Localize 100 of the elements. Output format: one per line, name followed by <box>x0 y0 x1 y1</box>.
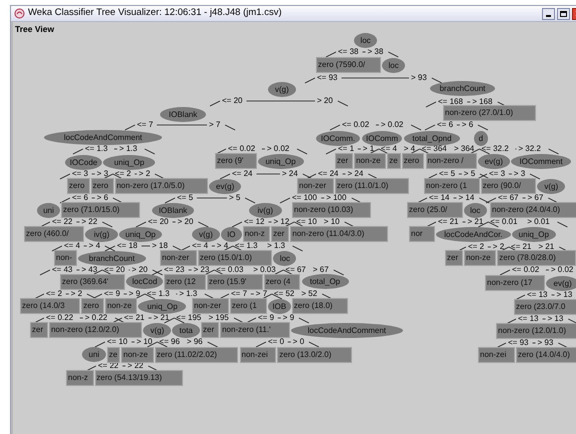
branch-label: <= 3 <box>489 170 506 178</box>
leaf-node: zero <box>67 178 90 194</box>
split-node: locCod <box>126 274 164 289</box>
leaf-node: zero (12 <box>164 274 206 290</box>
branch-label: <= 10 <box>296 218 317 226</box>
branch-label: <= 0 <box>268 338 284 346</box>
branch-label: <= 9 <box>258 314 274 322</box>
branch-label: > 195 <box>208 314 229 322</box>
branch-label: > 168 <box>472 98 492 106</box>
branch-label: > 6 <box>462 121 474 129</box>
branch-label: > 1.3 <box>179 290 198 298</box>
branch-label: <= 9 <box>104 290 120 298</box>
split-node: IOComm <box>362 131 402 146</box>
leaf-node: zero (25.0/ <box>407 202 463 218</box>
split-node: loc <box>382 58 406 73</box>
leaf-node: non-zei <box>478 347 515 363</box>
maximize-button[interactable] <box>557 8 570 20</box>
split-node: locCodeAndCor. <box>436 227 511 242</box>
branch-label: > 10 <box>324 218 340 226</box>
branch-label: <= 7 <box>137 121 154 129</box>
branch-label: > 21 <box>538 243 554 251</box>
app-icon <box>14 8 25 19</box>
leaf-node: zero (71.0/15.0) <box>61 202 140 218</box>
branch-label: <= 1.3 <box>234 242 258 250</box>
split-node: uni <box>37 203 60 218</box>
branch-label: > 24 <box>348 170 364 178</box>
branch-label: <= 6 <box>437 121 454 129</box>
branch-label: <= 67 <box>498 194 518 202</box>
branch-label: <= 0.03 <box>216 266 244 274</box>
split-node: uniq_Op <box>119 227 162 242</box>
leaf-node: zero (78.0/28.0) <box>497 250 576 266</box>
branch-label: > 5 <box>464 170 476 178</box>
branch-label: <= 4 <box>192 242 208 250</box>
split-node: IOB <box>268 299 291 314</box>
branch-label: > 2 <box>138 170 150 178</box>
branch-label: > 100 <box>326 194 346 202</box>
split-node: IO <box>220 227 242 242</box>
split-node: IOComm. <box>316 131 360 146</box>
window-title: Weka Classifier Tree Visualizer: 12:06:31 - j48.J48 (jm1.csv) <box>28 6 282 20</box>
leaf-node: zero (11.0/1.0) <box>334 178 410 194</box>
split-node: uniq_Op <box>138 299 186 314</box>
branch-label: <= 52 <box>274 290 294 298</box>
branch-label: > 67 <box>312 266 329 274</box>
branch-label: <= 38 <box>338 48 358 56</box>
split-node: uniq_Op <box>103 155 156 170</box>
leaf-node: zero (11.02/2.02) <box>154 347 238 363</box>
split-node: IOComment <box>511 154 571 169</box>
split-node: IOBlank <box>160 107 206 122</box>
split-node: ev(g) <box>546 276 576 291</box>
branch-label: <= 6 <box>72 194 88 202</box>
leaf-node: zero (54.13/19.13) <box>94 370 184 386</box>
split-node: total_Op <box>302 274 348 289</box>
leaf-node: zer <box>271 226 290 242</box>
branch-label: <= 5 <box>439 170 456 178</box>
leaf-node: zero <box>81 298 104 314</box>
leaf-node: zero (369.64' <box>60 274 126 290</box>
branch-label: <= 0.02 <box>342 121 370 129</box>
leaf-node: non-zero (24.0/4.0) <box>490 202 576 218</box>
branch-label: > 3 <box>514 170 526 178</box>
branch-label: > 2 <box>492 243 504 251</box>
branch-label: <= 12 <box>244 218 264 226</box>
branch-label: <= 93 <box>317 74 338 82</box>
split-node: v(g) <box>192 227 220 242</box>
minimize-button[interactable] <box>542 8 555 20</box>
branch-label: <= 24 <box>318 170 338 178</box>
leaf-node: non-ze <box>121 347 154 363</box>
branch-label: > 21 <box>154 314 170 322</box>
split-node: IOCode <box>65 155 102 170</box>
branch-label: <= 0.02 <box>228 145 256 153</box>
branch-label: > 14 <box>458 194 474 202</box>
split-node: loc <box>464 203 487 218</box>
split-node: branchCount <box>430 81 495 96</box>
leaf-node: zero <box>90 178 114 194</box>
branch-label: <= 100 <box>292 194 317 202</box>
leaf-node: non-zero (12.0/1.0) <box>496 323 576 339</box>
branch-label: > 1.3 <box>119 145 138 153</box>
branch-label: <= 13 <box>527 291 548 299</box>
branch-label: > 10 <box>136 338 152 346</box>
branch-label: <= 2 <box>468 243 484 251</box>
panel-title: Tree View <box>15 23 54 36</box>
leaf-node: non-zero (10.03) <box>292 202 372 218</box>
branch-label: <= 195 <box>176 314 202 322</box>
branch-label: <= 3 <box>72 170 88 178</box>
branch-label: > 22 <box>82 218 98 226</box>
branch-label: > 7 <box>256 290 268 298</box>
split-node: iv(g) <box>85 227 118 242</box>
branch-label: > 3 <box>96 170 108 178</box>
branch-label: > 0.02 <box>550 266 574 274</box>
leaf-node: zer <box>445 250 464 266</box>
split-node: uniq_Op <box>258 154 304 169</box>
leaf-node: non-ze <box>464 250 496 266</box>
branch-label: > 20 <box>178 218 194 226</box>
leaf-node: non-zei <box>240 347 276 363</box>
branch-label: > 52 <box>301 290 318 298</box>
branch-label: > 38 <box>368 48 384 56</box>
branch-label: > 1 <box>362 145 374 153</box>
branch-label: <= 93 <box>508 339 528 347</box>
split-node: v(g) <box>143 323 172 338</box>
branch-label: > 43 <box>82 266 98 274</box>
split-node: branchCount <box>78 251 146 266</box>
